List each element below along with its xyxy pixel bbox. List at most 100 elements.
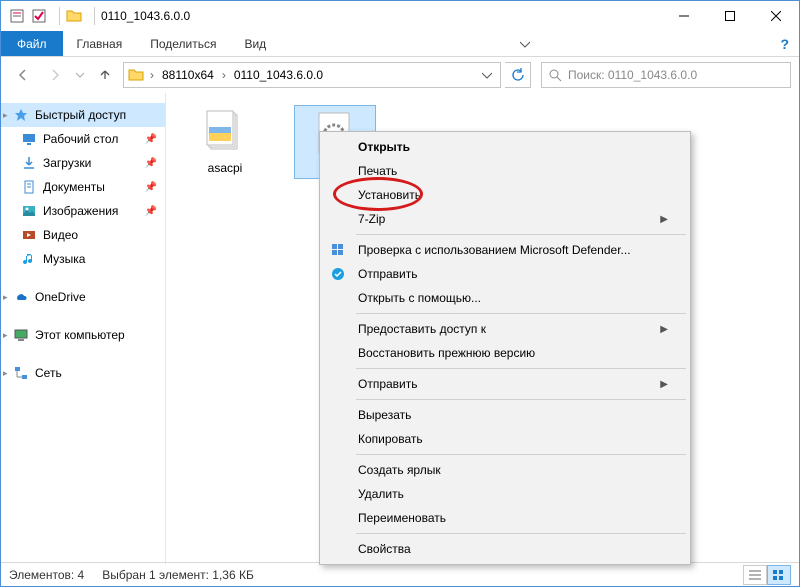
pin-icon: 📌 [145,134,157,145]
shield-icon [330,242,346,258]
close-button[interactable] [753,1,799,31]
file-name: asacpi [208,161,243,175]
breadcrumb-item[interactable]: 88110x64 [158,68,218,82]
ribbon-expand-icon[interactable] [510,31,540,56]
star-icon [13,107,29,123]
folder-icon [128,67,144,83]
minimize-button[interactable] [661,1,707,31]
menu-properties[interactable]: Свойства [322,537,688,561]
menu-install[interactable]: Установить [322,183,688,207]
sidebar-item-videos[interactable]: Видео [1,223,165,247]
chevron-right-icon: ▶ [660,214,668,225]
status-selection: Выбран 1 элемент: 1,36 КБ [102,568,254,582]
music-icon [21,251,37,267]
menu-defender[interactable]: Проверка с использованием Microsoft Defe… [322,238,688,262]
chevron-right-icon: ▶ [660,324,668,335]
menu-open-with[interactable]: Открыть с помощью... [322,286,688,310]
maximize-button[interactable] [707,1,753,31]
chevron-right-icon[interactable]: › [220,68,228,82]
tab-home[interactable]: Главная [63,31,137,56]
recent-dropdown-icon[interactable] [73,61,87,89]
chevron-right-icon[interactable]: › [148,68,156,82]
menu-rename[interactable]: Переименовать [322,506,688,530]
properties-qat-icon[interactable] [9,8,25,24]
navigation-bar: › 88110x64 › 0110_1043.6.0.0 Поиск: 0110… [1,57,799,93]
sidebar-label: OneDrive [35,290,86,304]
sys-file-icon [201,109,249,157]
search-placeholder: Поиск: 0110_1043.6.0.0 [568,68,697,82]
menu-7zip[interactable]: 7-Zip▶ [322,207,688,231]
address-dropdown-icon[interactable] [478,70,496,80]
sidebar-label: Загрузки [43,156,91,170]
status-bar: Элементов: 4 Выбран 1 элемент: 1,36 КБ [1,562,799,586]
file-tab[interactable]: Файл [1,31,63,56]
menu-send[interactable]: Отправить [322,262,688,286]
help-icon[interactable]: ? [770,31,799,56]
documents-icon [21,179,37,195]
back-button[interactable] [9,61,37,89]
sidebar-item-documents[interactable]: Документы 📌 [1,175,165,199]
file-item[interactable]: asacpi [184,105,266,179]
window-title: 0110_1043.6.0.0 [101,9,190,23]
sidebar-item-network[interactable]: ▸ Сеть [1,361,165,385]
sidebar-label: Изображения [43,204,118,218]
menu-print[interactable]: Печать [322,159,688,183]
sidebar-item-pictures[interactable]: Изображения 📌 [1,199,165,223]
search-box[interactable]: Поиск: 0110_1043.6.0.0 [541,62,791,88]
breadcrumb-item[interactable]: 0110_1043.6.0.0 [230,68,327,82]
forward-button[interactable] [41,61,69,89]
sidebar-label: Видео [43,228,78,242]
pin-icon: 📌 [145,182,157,193]
sidebar-item-music[interactable]: Музыка [1,247,165,271]
tab-view[interactable]: Вид [230,31,280,56]
folder-icon [66,8,82,24]
pin-icon: 📌 [145,158,157,169]
downloads-icon [21,155,37,171]
menu-restore[interactable]: Восстановить прежнюю версию [322,341,688,365]
chevron-right-icon[interactable]: ▸ [3,110,8,121]
pictures-icon [21,203,37,219]
sidebar-label: Рабочий стол [43,132,118,146]
icons-view-button[interactable] [767,565,791,585]
menu-copy[interactable]: Копировать [322,427,688,451]
tab-share[interactable]: Поделиться [136,31,230,56]
videos-icon [21,227,37,243]
checkmark-qat-icon[interactable] [31,8,47,24]
send-icon [330,266,346,282]
details-view-button[interactable] [743,565,767,585]
sidebar-label: Этот компьютер [35,328,125,342]
sidebar-label: Сеть [35,366,62,380]
search-icon [548,68,562,82]
menu-grant-access[interactable]: Предоставить доступ к▶ [322,317,688,341]
chevron-right-icon[interactable]: ▸ [3,368,8,379]
desktop-icon [21,131,37,147]
sidebar-label: Быстрый доступ [35,108,126,122]
pin-icon: 📌 [145,206,157,217]
quick-access[interactable]: ▸ Быстрый доступ [1,103,165,127]
sidebar-label: Музыка [43,252,85,266]
sidebar-item-downloads[interactable]: Загрузки 📌 [1,151,165,175]
titlebar: 0110_1043.6.0.0 [1,1,799,31]
address-bar[interactable]: › 88110x64 › 0110_1043.6.0.0 [123,62,501,88]
refresh-button[interactable] [505,62,531,88]
sidebar-label: Документы [43,180,105,194]
network-icon [13,365,29,381]
ribbon-tabs: Файл Главная Поделиться Вид ? [1,31,799,57]
menu-shortcut[interactable]: Создать ярлык [322,458,688,482]
up-button[interactable] [91,61,119,89]
cloud-icon [13,289,29,305]
context-menu: Открыть Печать Установить 7-Zip▶ Проверк… [319,131,691,565]
chevron-right-icon[interactable]: ▸ [3,330,8,341]
chevron-right-icon: ▶ [660,379,668,390]
navigation-pane: ▸ Быстрый доступ Рабочий стол 📌 Загрузки… [1,93,166,564]
menu-open[interactable]: Открыть [322,135,688,159]
chevron-right-icon[interactable]: ▸ [3,292,8,303]
sidebar-item-desktop[interactable]: Рабочий стол 📌 [1,127,165,151]
sidebar-item-onedrive[interactable]: ▸ OneDrive [1,285,165,309]
menu-delete[interactable]: Удалить [322,482,688,506]
computer-icon [13,327,29,343]
menu-send-to[interactable]: Отправить▶ [322,372,688,396]
sidebar-item-this-pc[interactable]: ▸ Этот компьютер [1,323,165,347]
menu-cut[interactable]: Вырезать [322,403,688,427]
status-count: Элементов: 4 [9,568,84,582]
